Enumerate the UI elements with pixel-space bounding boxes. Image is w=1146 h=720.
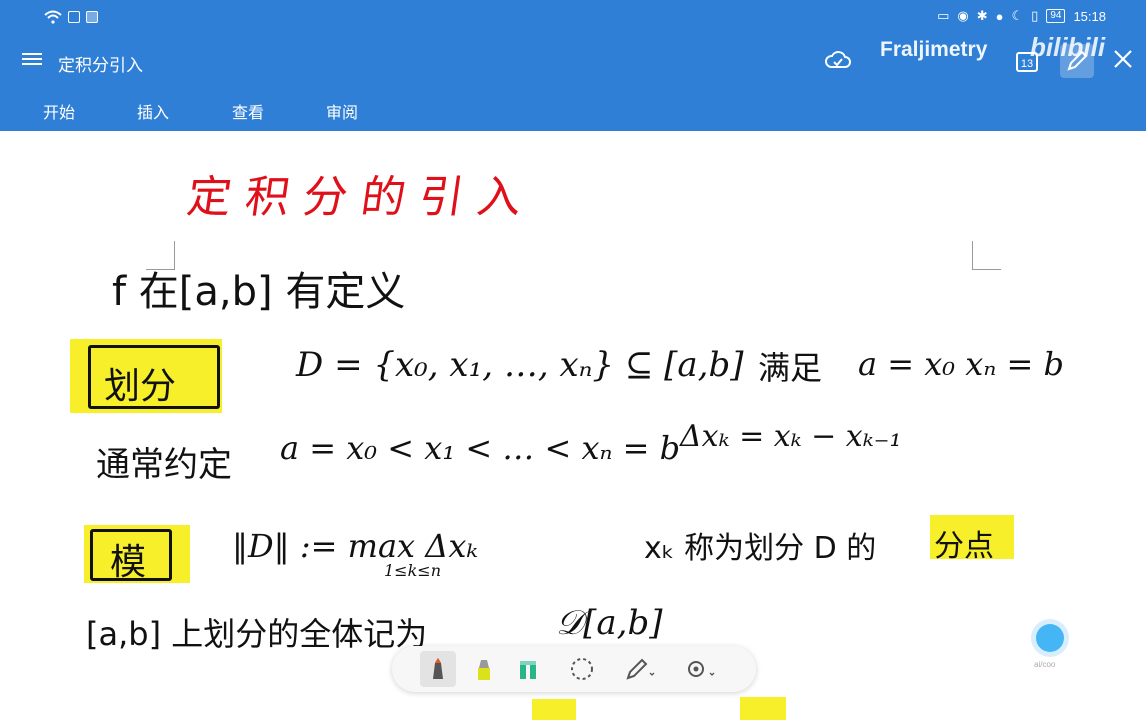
tab-insert[interactable]: 插入 (137, 99, 169, 123)
point-label: xₖ 称为划分 D 的 (644, 531, 877, 566)
mic-icon: ● (995, 8, 1004, 24)
pen-mode-button[interactable] (1060, 44, 1094, 78)
point-highlight: 分点 (934, 529, 994, 564)
close-icon[interactable] (1112, 48, 1134, 70)
shape-tool-button[interactable] (510, 651, 546, 687)
tab-view[interactable]: 查看 (232, 99, 264, 123)
eye-icon: ◉ (957, 8, 969, 23)
moon-icon: ☾ (1011, 8, 1024, 23)
floating-assistant-label: ai/coo (1034, 660, 1056, 669)
handwritten-title: 定积分的引入 (183, 172, 539, 223)
cloud-sync-icon[interactable] (824, 48, 852, 72)
highlighter-icon (478, 660, 490, 680)
highlight-cut-1 (532, 699, 576, 720)
pen-settings-button[interactable] (620, 651, 656, 687)
pen-mode-icon (1067, 50, 1088, 71)
tab-review[interactable]: 审阅 (326, 99, 358, 123)
menu-icon (22, 53, 42, 55)
highlight-cut-2 (740, 697, 786, 720)
tab-home[interactable]: 开始 (43, 99, 75, 123)
delta-def: Δxₖ = xₖ − xₖ₋₁ (680, 419, 902, 454)
lasso-icon (571, 658, 593, 680)
label-partition: 划分 (104, 366, 177, 407)
search-notify-icon (86, 11, 98, 23)
battery-indicator: 94 (1046, 9, 1066, 23)
floating-assistant-button[interactable] (1036, 624, 1064, 652)
norm-sub: 1≤k≤n (384, 561, 441, 580)
page-corner-right (972, 241, 1001, 270)
cast-icon: ▭ (937, 8, 950, 23)
bluetooth-icon: ✱ (976, 8, 988, 23)
pen-toolbar (392, 646, 756, 692)
label-norm: 模 (110, 542, 147, 583)
document-title: 定积分引入 (58, 56, 143, 75)
status-icons-left (44, 10, 98, 24)
lasso-tool-button[interactable] (564, 651, 600, 687)
set-def-label: [a,b] 上划分的全体记为 (86, 615, 428, 653)
menu-icon-bar (22, 58, 42, 60)
clock: 15:18 (1073, 8, 1106, 24)
highlighter-tool-button[interactable] (466, 651, 502, 687)
gear-icon (688, 661, 715, 677)
partition-cond: a = x₀ xₙ = b (858, 345, 1064, 383)
menu-icon-bar (22, 63, 42, 65)
watermark-text: Fraljimetry (880, 38, 988, 61)
convention: a = x₀ < x₁ < … < xₙ = b (280, 429, 681, 467)
toolbar-settings-button[interactable] (680, 651, 716, 687)
note-canvas[interactable]: 定积分的引入 f 在[a,b] 有定义 划分 D = {x₀, x₁, …, x… (0, 131, 1146, 720)
line-definition: f 在[a,b] 有定义 (112, 269, 406, 315)
status-bar: ▭ ◉ ✱ ● ☾ ▯ 94 15:18 (0, 0, 1146, 36)
ribbon-tabs: 开始 插入 查看 审阅 (0, 86, 1146, 131)
pencil-edit-icon (626, 658, 655, 680)
menu-button[interactable] (22, 50, 42, 70)
pen-tool-button[interactable] (420, 651, 456, 687)
pen-tool-icon (433, 658, 443, 679)
partition-def: D = {x₀, x₁, …, xₙ} ⊆ [a,b] (296, 345, 744, 385)
status-icons-right: ▭ ◉ ✱ ● ☾ ▯ 94 15:18 (937, 8, 1106, 24)
app-bar: 定积分引入 Fraljimetry bilibili 13 (0, 32, 1146, 86)
app-notify-icon (68, 11, 80, 23)
partition-cond-label: 满足 (758, 349, 823, 387)
shape-tool-icon (520, 661, 536, 679)
convention-label: 通常约定 (96, 445, 232, 485)
set-def: 𝒟[a,b] (556, 603, 663, 643)
norm-def: ‖D‖ := max Δxₖ (232, 527, 479, 565)
vibrate-icon: ▯ (1031, 8, 1039, 23)
wifi-icon (44, 10, 62, 24)
page-count-button[interactable]: 13 (1016, 52, 1038, 72)
